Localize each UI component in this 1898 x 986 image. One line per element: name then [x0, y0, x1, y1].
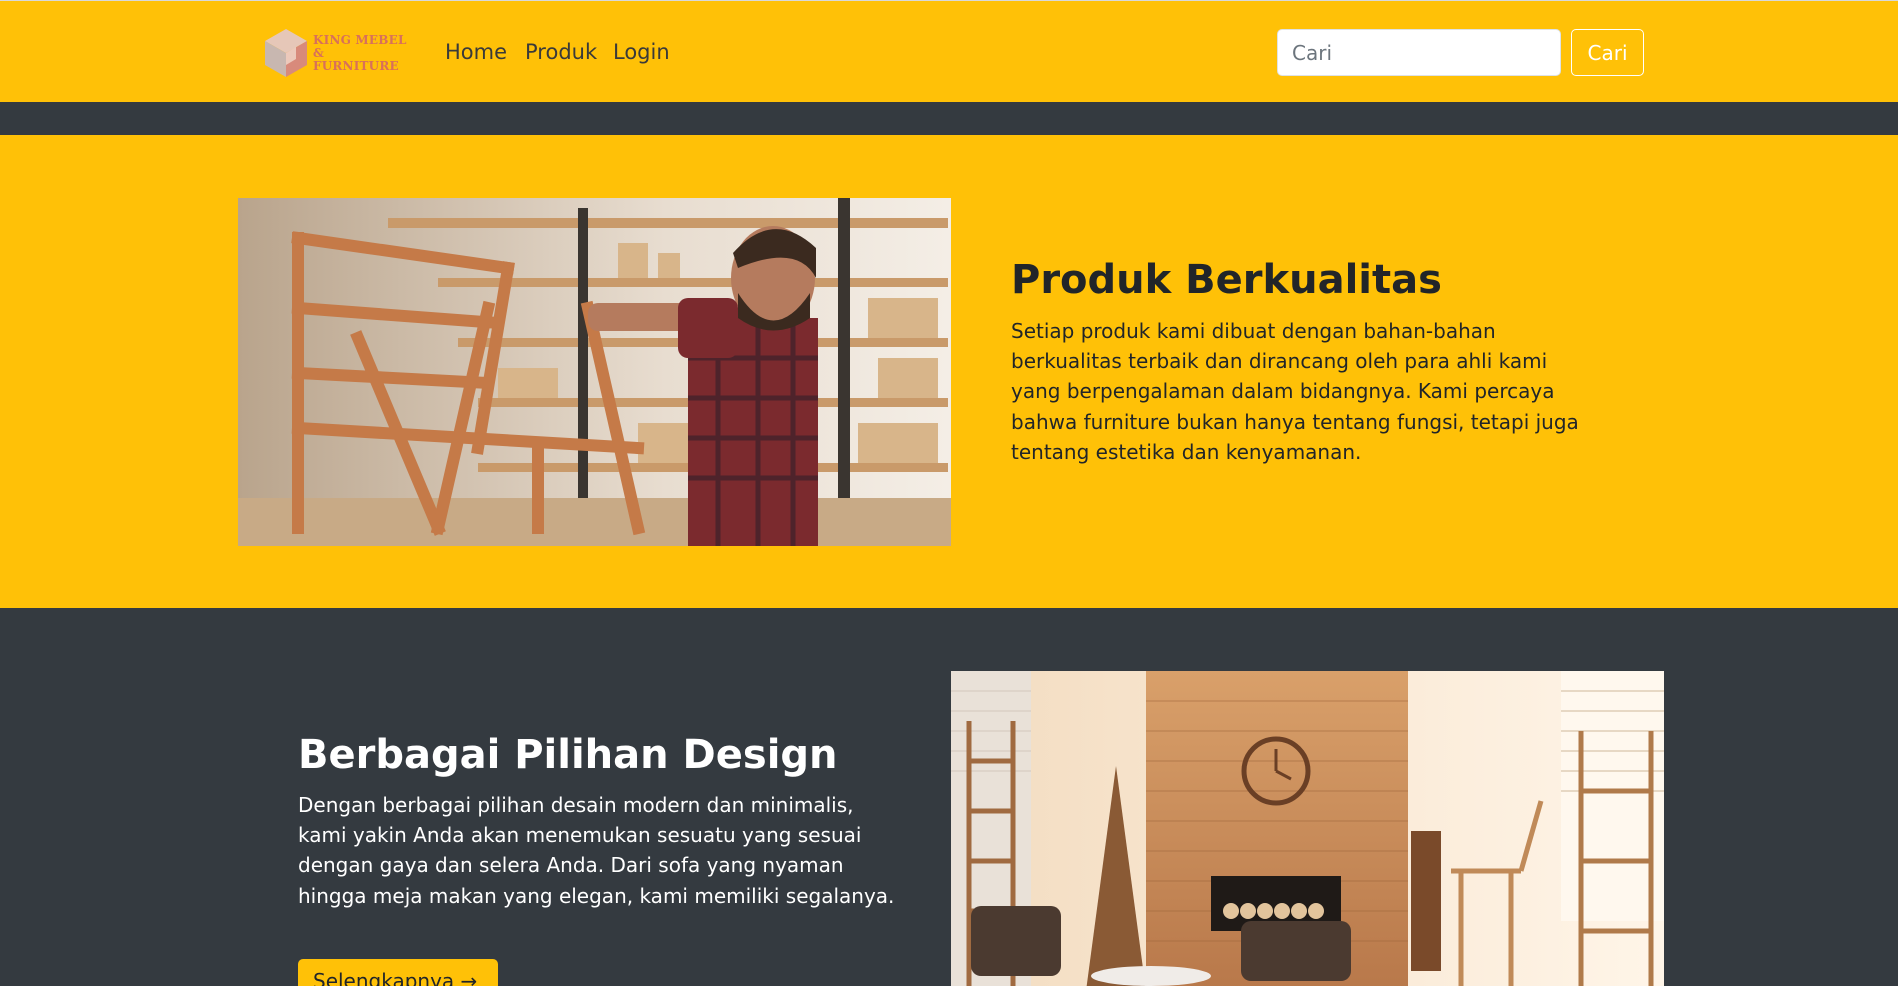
read-more-button[interactable]: Selengkapnya →: [298, 959, 498, 986]
design-section: Berbagai Pilihan Design Dengan berbagai …: [0, 608, 1898, 986]
brand-logo[interactable]: KING MEBEL & FURNITURE: [263, 27, 408, 79]
design-title: Berbagai Pilihan Design: [298, 732, 838, 778]
wooden-living-room-photo: [951, 671, 1664, 986]
logo-text: KING MEBEL & FURNITURE: [313, 32, 408, 73]
carpenter-workshop-photo: [238, 198, 951, 546]
quality-title: Produk Berkualitas: [1011, 257, 1442, 303]
logo-text-line1: KING MEBEL: [313, 32, 407, 47]
nav-login[interactable]: Login: [613, 37, 670, 67]
logo-text-line2: & FURNITURE: [313, 45, 399, 73]
nav-home[interactable]: Home: [445, 37, 507, 67]
top-navbar: KING MEBEL & FURNITURE Home Produk Login…: [0, 0, 1898, 102]
logo-cube-icon: [265, 29, 307, 77]
living-room-illustration: [951, 671, 1664, 986]
search-input[interactable]: [1277, 29, 1561, 76]
workshop-illustration: [238, 198, 951, 546]
quality-section: Produk Berkualitas Setiap produk kami di…: [0, 135, 1898, 608]
search-button[interactable]: Cari: [1571, 29, 1644, 76]
quality-description: Setiap produk kami dibuat dengan bahan-b…: [1011, 319, 1579, 464]
nav-produk[interactable]: Produk: [525, 37, 597, 67]
design-description: Dengan berbagai pilihan desain modern da…: [298, 793, 895, 908]
